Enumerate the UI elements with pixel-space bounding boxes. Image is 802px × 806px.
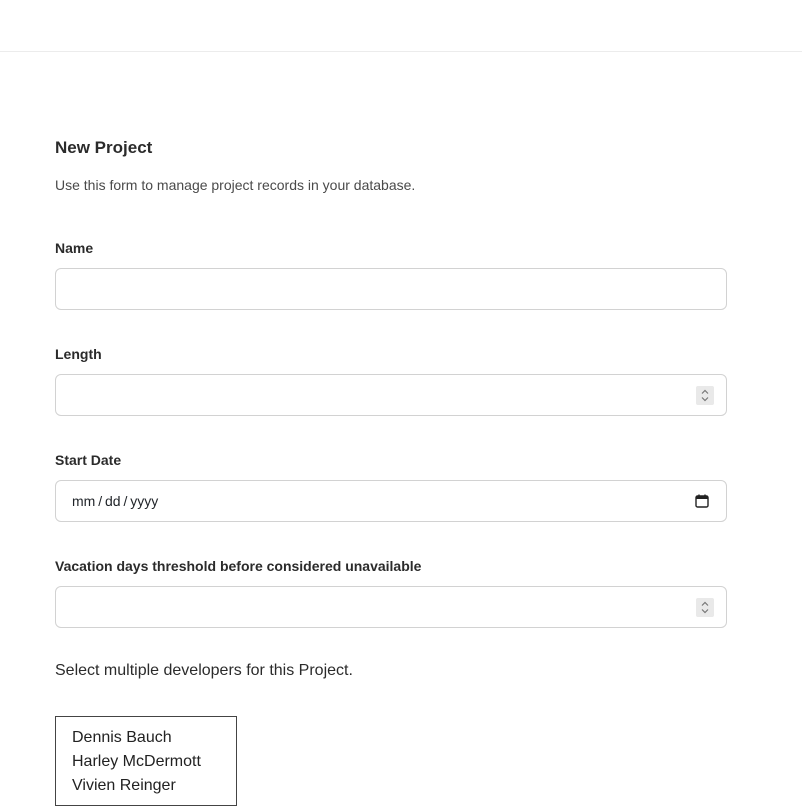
developer-option[interactable]: Harley McDermott: [56, 750, 236, 774]
spinner-arrows-icon[interactable]: [696, 598, 714, 617]
calendar-icon[interactable]: [694, 493, 710, 509]
start-date-label: Start Date: [55, 452, 122, 468]
page-subtitle: Use this form to manage project records …: [55, 177, 416, 193]
developers-multiselect[interactable]: Dennis Bauch Harley McDermott Vivien Rei…: [55, 716, 237, 806]
spinner-arrows-icon[interactable]: [696, 386, 714, 405]
developers-helper-text: Select multiple developers for this Proj…: [55, 662, 353, 679]
length-input[interactable]: [55, 374, 727, 416]
length-label: Length: [55, 346, 102, 362]
name-input[interactable]: [55, 268, 727, 310]
developer-option[interactable]: Vivien Reinger: [56, 774, 236, 798]
developer-option[interactable]: Dennis Bauch: [56, 726, 236, 750]
date-placeholder: mm / dd / yyyy: [72, 493, 159, 509]
top-bar: [0, 0, 802, 52]
vacation-threshold-input[interactable]: [55, 586, 727, 628]
start-date-input[interactable]: mm / dd / yyyy: [55, 480, 727, 522]
page-title: New Project: [55, 138, 153, 157]
name-label: Name: [55, 240, 94, 256]
vacation-threshold-label: Vacation days threshold before considere…: [55, 558, 422, 574]
